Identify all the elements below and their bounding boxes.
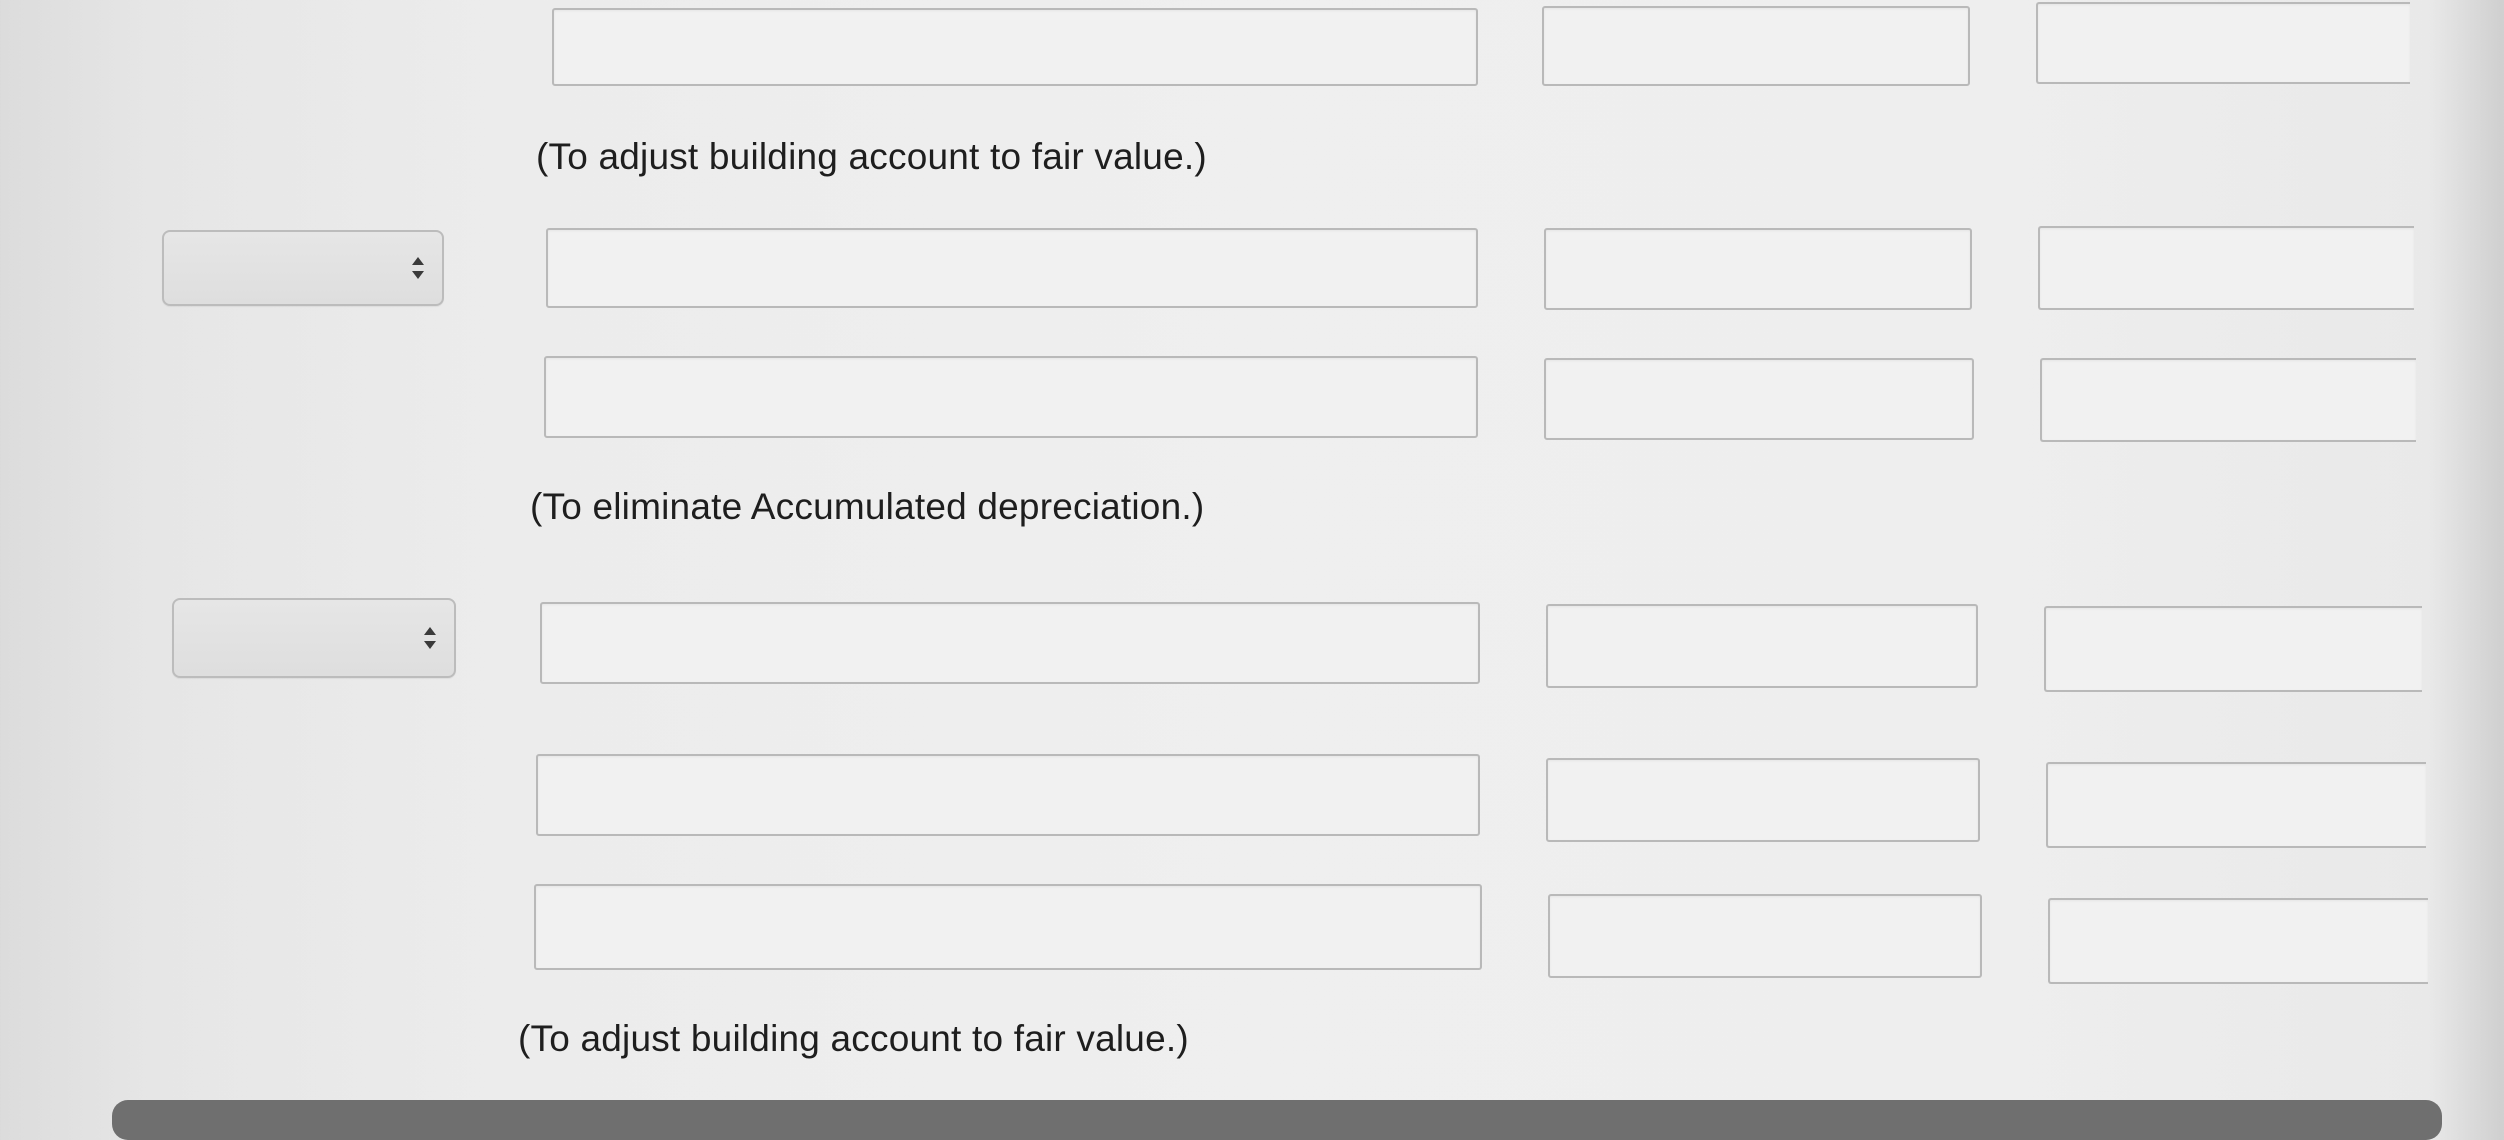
up-down-chevron-icon (412, 257, 424, 279)
account-title-field[interactable] (546, 228, 1478, 308)
entry-note: (To adjust building account to fair valu… (536, 136, 1207, 177)
up-down-chevron-icon (424, 627, 436, 649)
credit-amount-field[interactable] (2048, 898, 2428, 984)
account-title-field[interactable] (544, 356, 1478, 438)
horizontal-scrollbar[interactable] (112, 1100, 2442, 1140)
credit-amount-field[interactable] (2036, 2, 2410, 84)
entry-note: (To adjust building account to fair valu… (518, 1018, 1189, 1059)
entry-note: (To eliminate Accumulated depreciation.) (530, 486, 1205, 527)
debit-amount-field[interactable] (1548, 894, 1982, 978)
journal-entry-worksheet: (To adjust building account to fair valu… (0, 0, 2504, 1140)
credit-amount-field[interactable] (2038, 226, 2414, 310)
credit-amount-field[interactable] (2040, 358, 2416, 442)
account-title-field[interactable] (540, 602, 1480, 684)
debit-amount-field[interactable] (1542, 6, 1970, 86)
credit-amount-field[interactable] (2046, 762, 2426, 848)
account-select-dropdown[interactable] (162, 230, 444, 306)
account-title-field[interactable] (534, 884, 1482, 970)
account-title-field[interactable] (552, 8, 1478, 86)
debit-amount-field[interactable] (1546, 604, 1978, 688)
credit-amount-field[interactable] (2044, 606, 2422, 692)
account-title-field[interactable] (536, 754, 1480, 836)
debit-amount-field[interactable] (1544, 228, 1972, 310)
account-select-dropdown[interactable] (172, 598, 456, 678)
debit-amount-field[interactable] (1544, 358, 1974, 440)
debit-amount-field[interactable] (1546, 758, 1980, 842)
